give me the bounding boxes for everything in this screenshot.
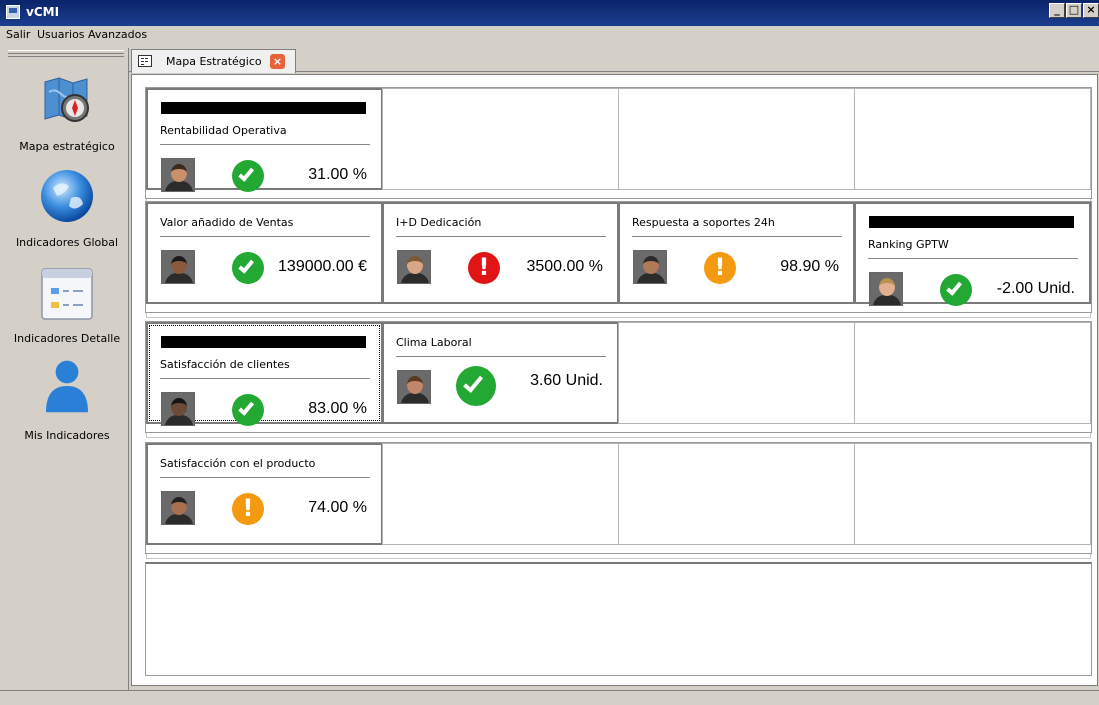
separator: [160, 477, 370, 478]
sidebar-item-mapa-estrategico[interactable]: Mapa estratégico: [6, 74, 128, 158]
sidebar-item-label: Mapa estratégico: [19, 140, 115, 153]
indicator-card[interactable]: I+D Dedicación! 3500.00 %: [382, 202, 619, 304]
sidebar-item-indicadores-detalle[interactable]: Indicadores Detalle: [6, 266, 128, 350]
main-area: Mapa Estratégico × Rentabilidad Operativ…: [128, 48, 1099, 690]
separator: [396, 236, 606, 237]
indicator-card[interactable]: Clima Laboral 3.60 Unid.: [382, 322, 619, 424]
check-status-icon: [232, 252, 264, 284]
indicator-value: 83.00 %: [308, 400, 367, 417]
indicator-card[interactable]: Rentabilidad Operativa 31.00 %: [146, 88, 383, 192]
indicator-card[interactable]: Respuesta a soportes 24h! 98.90 %: [618, 202, 855, 304]
menu-bar: Salir Usuarios Avanzados: [0, 26, 1099, 44]
sidebar: Mapa estratégico Indicadores Global Indi…: [6, 48, 128, 688]
separator: [396, 356, 606, 357]
close-window-button[interactable]: ×: [1083, 3, 1099, 18]
empty-cell: [854, 443, 1091, 545]
indicator-row: Satisfacción de clientes 83.00 % Clima Lab…: [145, 321, 1092, 438]
separator: [160, 378, 370, 379]
indicator-row: Rentabilidad Operativa 31.00 %: [145, 87, 1092, 204]
indicator-value: 3500.00 %: [526, 258, 603, 275]
title-bar: vCMI _ □ ×: [0, 0, 1099, 26]
sidebar-item-label: Mis Indicadores: [24, 429, 110, 442]
check-status-icon: [232, 160, 264, 192]
empty-cell: [382, 443, 619, 545]
indicator-label: Ranking GPTW: [868, 238, 949, 251]
globe-icon: [41, 170, 93, 222]
owner-avatar: [397, 370, 431, 404]
indicator-value: 3.60 Unid.: [530, 372, 603, 389]
error-status-icon: !: [468, 252, 500, 284]
indicator-label: Clima Laboral: [396, 336, 472, 349]
empty-cell: [618, 88, 855, 190]
indicator-value: 98.90 %: [780, 258, 839, 275]
empty-cell: [618, 322, 855, 424]
owner-avatar: [869, 272, 903, 306]
indicator-label: Rentabilidad Operativa: [160, 124, 287, 137]
document-icon: [138, 55, 152, 67]
empty-cell: [854, 88, 1091, 190]
check-status-icon: [456, 366, 496, 406]
warning-status-icon: !: [704, 252, 736, 284]
separator: [160, 144, 370, 145]
owner-avatar: [161, 158, 195, 192]
owner-avatar: [161, 392, 195, 426]
menu-salir[interactable]: Salir: [6, 28, 30, 41]
bottom-panel: [145, 562, 1092, 676]
indicator-card[interactable]: Ranking GPTW -2.00 Unid.: [854, 202, 1091, 306]
indicator-card[interactable]: Satisfacción con el producto! 74.00 %: [146, 443, 383, 545]
owner-avatar: [397, 250, 431, 284]
empty-cell: [618, 443, 855, 545]
strategic-map-icon: [44, 77, 89, 122]
indicator-label: Satisfacción de clientes: [160, 358, 290, 371]
indicator-value: 31.00 %: [308, 166, 367, 183]
redacted-bar: [161, 336, 366, 348]
row-scrollbar[interactable]: [146, 554, 1091, 559]
redacted-bar: [161, 102, 366, 114]
menu-usuarios-avanzados[interactable]: Usuarios Avanzados: [37, 28, 147, 41]
sidebar-item-label: Indicadores Global: [15, 236, 119, 249]
indicator-label: Satisfacción con el producto: [160, 457, 316, 470]
indicator-value: 74.00 %: [308, 499, 367, 516]
indicator-label: I+D Dedicación: [396, 216, 482, 229]
separator: [632, 236, 842, 237]
window-controls: _ □ ×: [1049, 3, 1099, 18]
sidebar-item-label: Indicadores Detalle: [13, 332, 121, 345]
indicator-label: Valor añadido de Ventas: [160, 216, 294, 229]
check-status-icon: [940, 274, 972, 306]
maximize-button[interactable]: □: [1066, 3, 1082, 18]
sidebar-item-indicadores-global[interactable]: Indicadores Global: [6, 168, 128, 252]
indicator-row: Satisfacción con el producto! 74.00 %: [145, 442, 1092, 559]
empty-cell: [854, 322, 1091, 424]
indicator-value: 139000.00 €: [278, 258, 367, 275]
sidebar-item-mis-indicadores[interactable]: Mis Indicadores: [6, 358, 128, 442]
indicator-card[interactable]: Valor añadido de Ventas 139000.00 €: [146, 202, 383, 304]
check-status-icon: [232, 394, 264, 426]
indicator-value: -2.00 Unid.: [996, 280, 1075, 297]
tab-mapa-estrategico[interactable]: Mapa Estratégico ×: [131, 49, 296, 73]
indicator-label: Respuesta a soportes 24h: [632, 216, 775, 229]
separator: [868, 258, 1078, 259]
owner-avatar: [633, 250, 667, 284]
separator: [160, 236, 370, 237]
detail-window-icon: [41, 268, 93, 320]
indicator-card[interactable]: Satisfacción de clientes 83.00 %: [146, 322, 383, 426]
status-bar: [0, 690, 1099, 705]
warning-status-icon: !: [232, 493, 264, 525]
empty-cell: [382, 88, 619, 190]
redacted-bar: [869, 216, 1074, 228]
strategic-map-canvas: Rentabilidad Operativa 31.00 % Valor añadi…: [131, 74, 1098, 686]
row-scrollbar[interactable]: [146, 433, 1091, 438]
owner-avatar: [161, 250, 195, 284]
close-tab-icon[interactable]: ×: [270, 54, 285, 69]
tab-label: Mapa Estratégico: [166, 55, 262, 68]
owner-avatar: [161, 491, 195, 525]
window-title: vCMI: [26, 5, 60, 19]
indicator-row: Valor añadido de Ventas 139000.00 € I+D De…: [145, 201, 1092, 318]
minimize-button[interactable]: _: [1049, 3, 1065, 18]
tab-strip: Mapa Estratégico ×: [129, 48, 1099, 73]
app-icon: [6, 5, 20, 19]
row-scrollbar[interactable]: [146, 313, 1091, 318]
user-icon: [46, 360, 88, 413]
sidebar-grip[interactable]: [8, 50, 124, 57]
